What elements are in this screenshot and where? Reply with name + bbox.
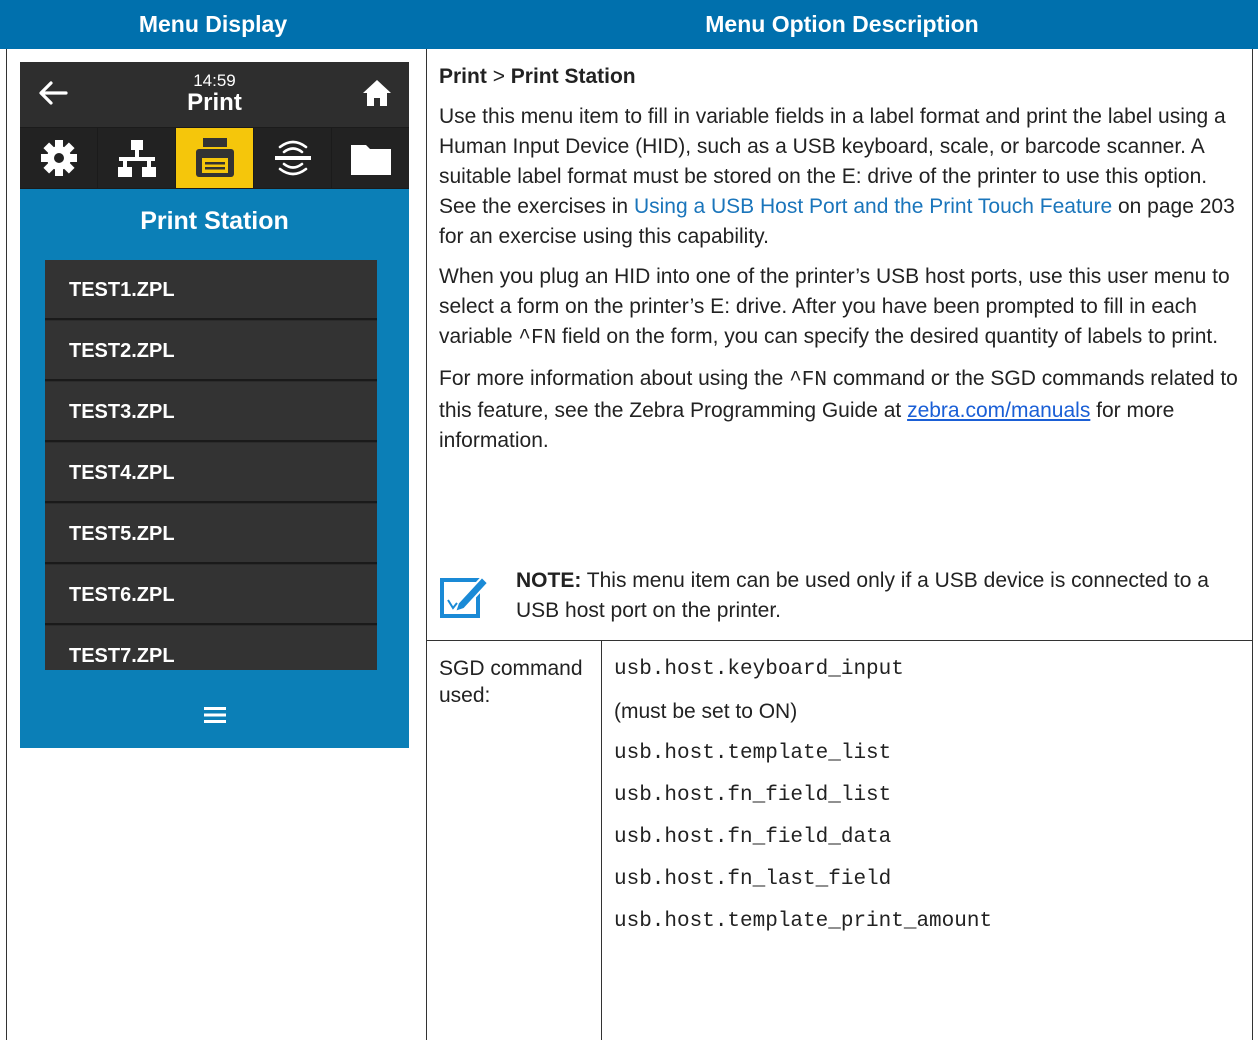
tab-print[interactable] — [176, 128, 253, 188]
paragraph-usage: Use this menu item to fill in variable f… — [439, 102, 1244, 252]
option-description: Print > Print Station Use this menu item… — [439, 62, 1244, 466]
column-header-menu-display: Menu Display — [0, 0, 426, 49]
printer-screen: 14:59 Print Print Station TEST1.ZPL TEST… — [20, 62, 409, 748]
clock-time: 14:59 — [193, 71, 236, 90]
breadcrumb-print: Print — [439, 65, 487, 88]
table-row-divider — [426, 640, 1253, 641]
note-text: NOTE: This menu item can be used only if… — [516, 566, 1216, 626]
sgd-command-label: SGD command used: — [439, 657, 583, 707]
hamburger-menu-icon[interactable] — [204, 706, 226, 724]
paragraph-more-info: For more information about using the ^FN… — [439, 364, 1244, 456]
folder-icon — [350, 145, 391, 175]
fn-code: ^FN — [518, 327, 557, 350]
tab-rfid[interactable] — [254, 128, 331, 188]
paragraph-hid: When you plug an HID into one of the pri… — [439, 262, 1244, 354]
file-list-item[interactable]: TEST4.ZPL — [45, 443, 377, 503]
network-icon — [117, 140, 156, 177]
zebra-manuals-link[interactable]: zebra.com/manuals — [907, 399, 1090, 422]
file-list-item[interactable]: TEST3.ZPL — [45, 382, 377, 442]
note-label: NOTE: — [516, 569, 582, 592]
usb-host-port-link[interactable]: Using a USB Host Port and the Print Touc… — [634, 195, 1112, 218]
file-list-item[interactable]: TEST5.ZPL — [45, 504, 377, 564]
sgd-command: usb.host.fn_field_list — [614, 784, 892, 807]
rfid-icon — [274, 140, 311, 176]
sgd-command-note: (must be set to ON) — [614, 700, 798, 723]
breadcrumb-separator: > — [492, 65, 505, 88]
tab-network[interactable] — [98, 128, 175, 188]
menu-tab-bar — [20, 127, 409, 189]
table-column-divider — [426, 49, 427, 1040]
sgd-column-divider — [601, 640, 602, 1040]
sgd-command: usb.host.fn_last_field — [614, 868, 892, 891]
printer-icon — [195, 138, 234, 177]
note-body: This menu item can be used only if a USB… — [516, 569, 1209, 622]
file-list-item[interactable]: TEST2.ZPL — [45, 321, 377, 381]
column-header-menu-option-description: Menu Option Description — [426, 0, 1258, 49]
paragraph-more-info-text: For more information about using the — [439, 367, 790, 390]
sgd-command: usb.host.template_print_amount — [614, 910, 993, 933]
file-list-item[interactable]: TEST6.ZPL — [45, 565, 377, 625]
sgd-command: usb.host.fn_field_data — [614, 826, 892, 849]
breadcrumb-print-station: Print Station — [510, 65, 636, 88]
tab-storage[interactable] — [332, 128, 409, 188]
file-list-item[interactable]: TEST7.ZPL — [45, 626, 377, 670]
screen-top-bar: 14:59 Print — [20, 62, 409, 127]
paragraph-hid-tail: field on the form, you can specify the d… — [556, 325, 1219, 348]
gear-icon — [40, 140, 77, 176]
home-icon[interactable] — [361, 78, 393, 108]
breadcrumb: Print > Print Station — [439, 62, 1244, 92]
sgd-command: usb.host.template_list — [614, 742, 892, 765]
fn-code: ^FN — [789, 369, 827, 392]
note-pencil-icon — [440, 575, 490, 618]
file-list-item[interactable]: TEST1.ZPL — [45, 260, 377, 320]
sgd-command: usb.host.keyboard_input — [614, 658, 904, 681]
tab-settings[interactable] — [20, 128, 97, 188]
sgd-command-list: usb.host.keyboard_input (must be set to O… — [614, 652, 1254, 946]
manual-page: Menu Display Menu Option Description 14:… — [0, 0, 1258, 1040]
file-list[interactable]: TEST1.ZPL TEST2.ZPL TEST3.ZPL TEST4.ZPL TEST… — [45, 260, 377, 670]
section-title: Print Station — [140, 207, 289, 235]
table-border-left — [6, 49, 7, 1040]
screen-title: Print — [187, 89, 242, 116]
